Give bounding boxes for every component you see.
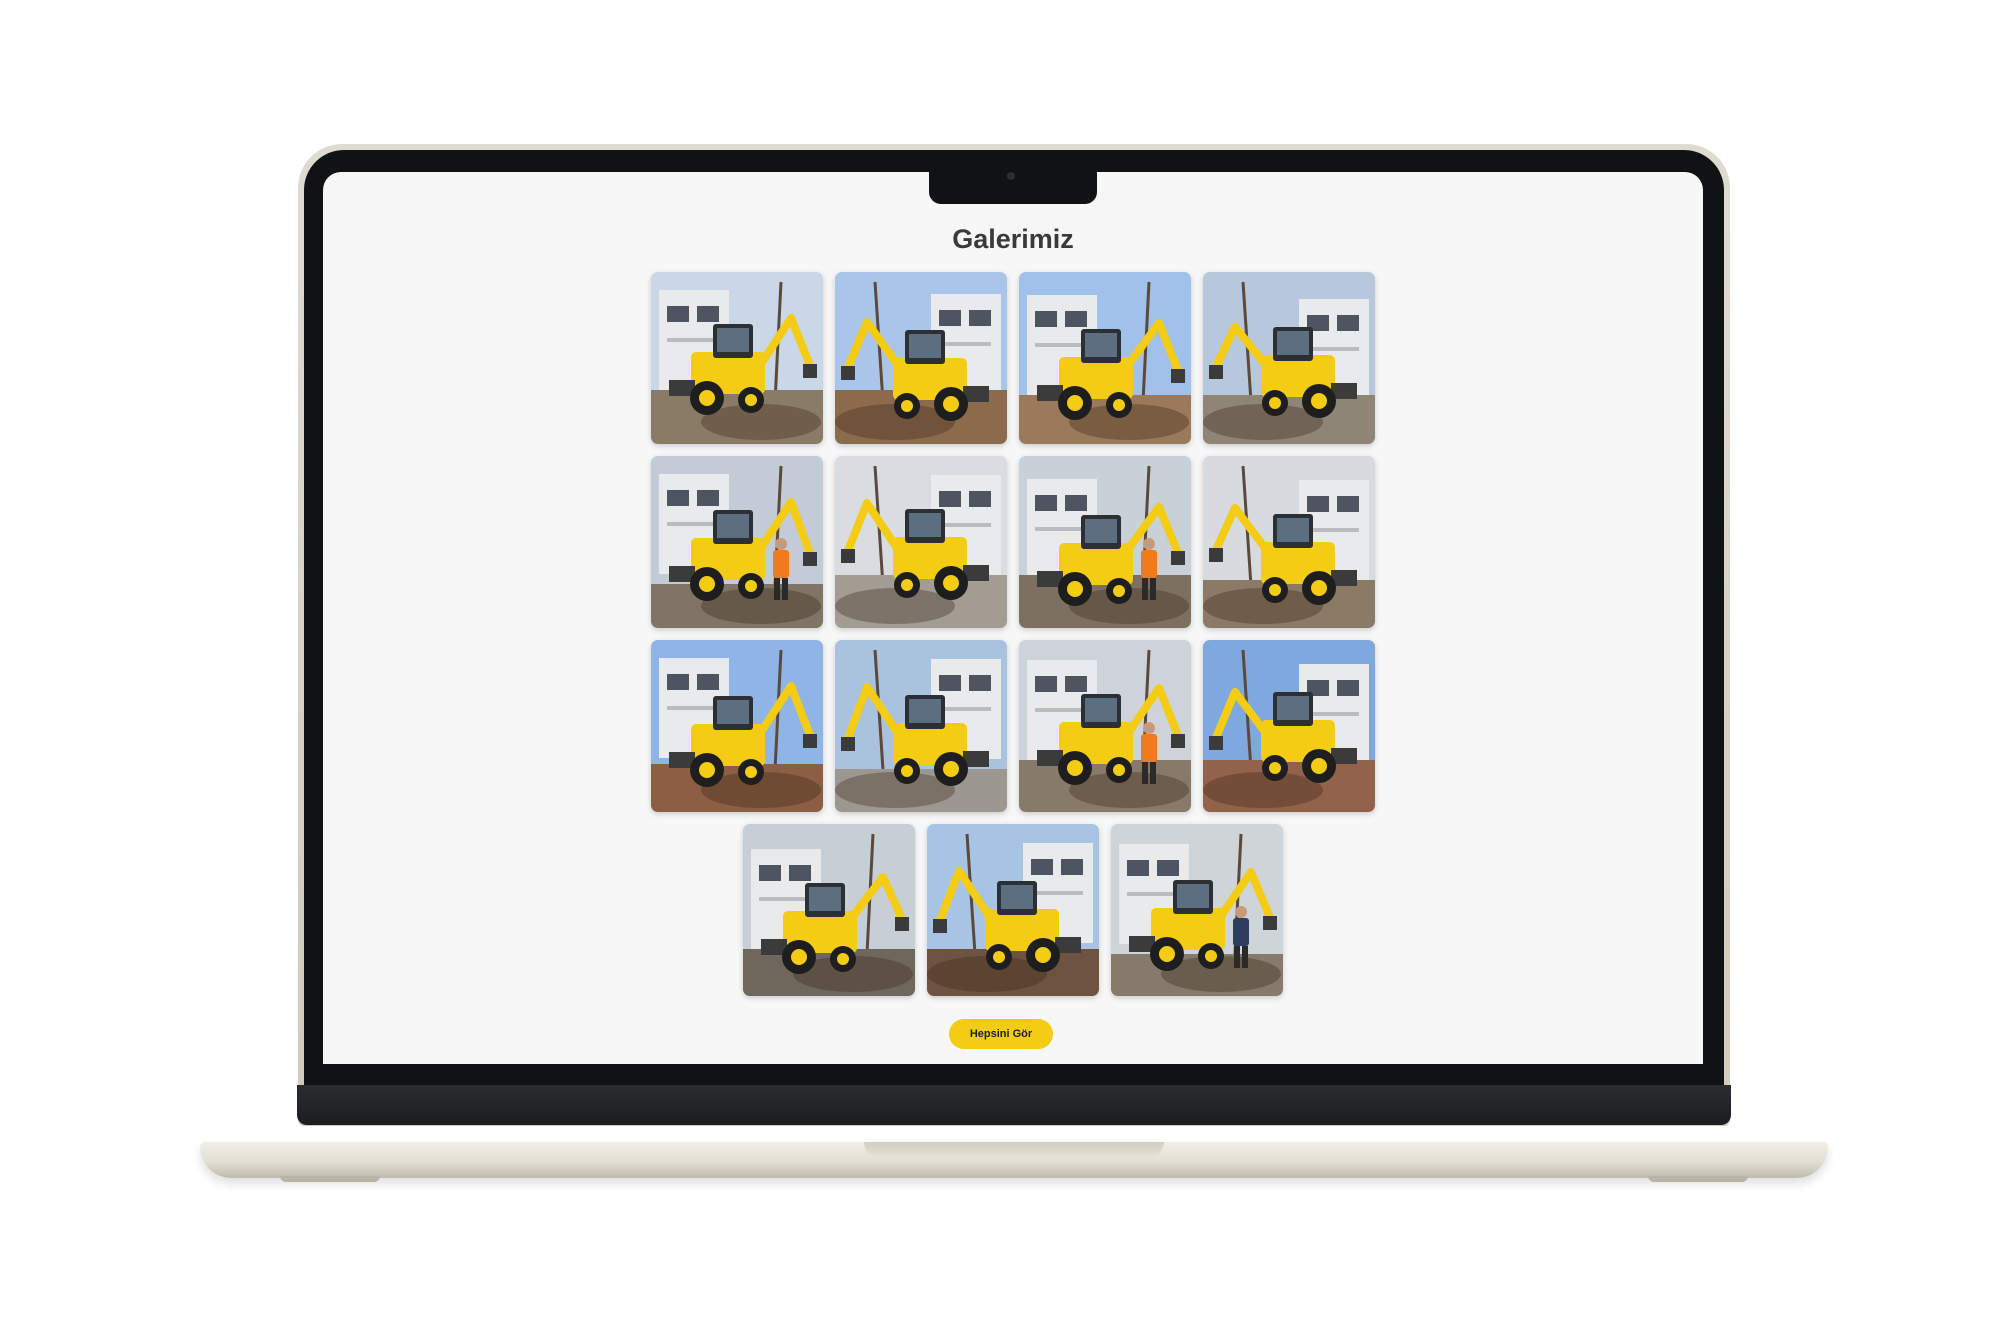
gallery-photo[interactable] (1019, 456, 1191, 628)
gallery-photo[interactable] (835, 272, 1007, 444)
laptop-opening-notch (864, 1142, 1164, 1158)
backhoe-photo (1111, 824, 1283, 996)
gallery-photo[interactable] (835, 456, 1007, 628)
backhoe-photo (651, 456, 823, 628)
gallery-photo[interactable] (1203, 640, 1375, 812)
backhoe-photo (1203, 272, 1375, 444)
backhoe-photo (835, 640, 1007, 812)
backhoe-photo (835, 272, 1007, 444)
gallery-photo[interactable] (1203, 272, 1375, 444)
laptop-screen: Galerimiz Hepsini Gör (323, 172, 1703, 1064)
see-all-button[interactable]: Hepsini Gör (949, 1019, 1053, 1049)
photo-gallery (323, 172, 1703, 1064)
gallery-photo[interactable] (1019, 272, 1191, 444)
backhoe-photo (651, 640, 823, 812)
gallery-photo[interactable] (651, 272, 823, 444)
gallery-photo[interactable] (927, 824, 1099, 996)
gallery-photo[interactable] (651, 640, 823, 812)
backhoe-photo (651, 272, 823, 444)
backhoe-photo (1019, 272, 1191, 444)
backhoe-photo (1019, 640, 1191, 812)
laptop-foot (1648, 1176, 1748, 1182)
laptop-chin (297, 1085, 1731, 1125)
backhoe-photo (1203, 640, 1375, 812)
backhoe-photo (927, 824, 1099, 996)
backhoe-photo (835, 456, 1007, 628)
laptop-foot (280, 1176, 380, 1182)
backhoe-photo (1019, 456, 1191, 628)
gallery-photo[interactable] (743, 824, 915, 996)
gallery-photo[interactable] (651, 456, 823, 628)
gallery-photo[interactable] (1203, 456, 1375, 628)
gallery-photo[interactable] (1019, 640, 1191, 812)
backhoe-photo (743, 824, 915, 996)
gallery-photo[interactable] (1111, 824, 1283, 996)
gallery-photo[interactable] (835, 640, 1007, 812)
camera-icon (1007, 172, 1015, 180)
backhoe-photo (1203, 456, 1375, 628)
